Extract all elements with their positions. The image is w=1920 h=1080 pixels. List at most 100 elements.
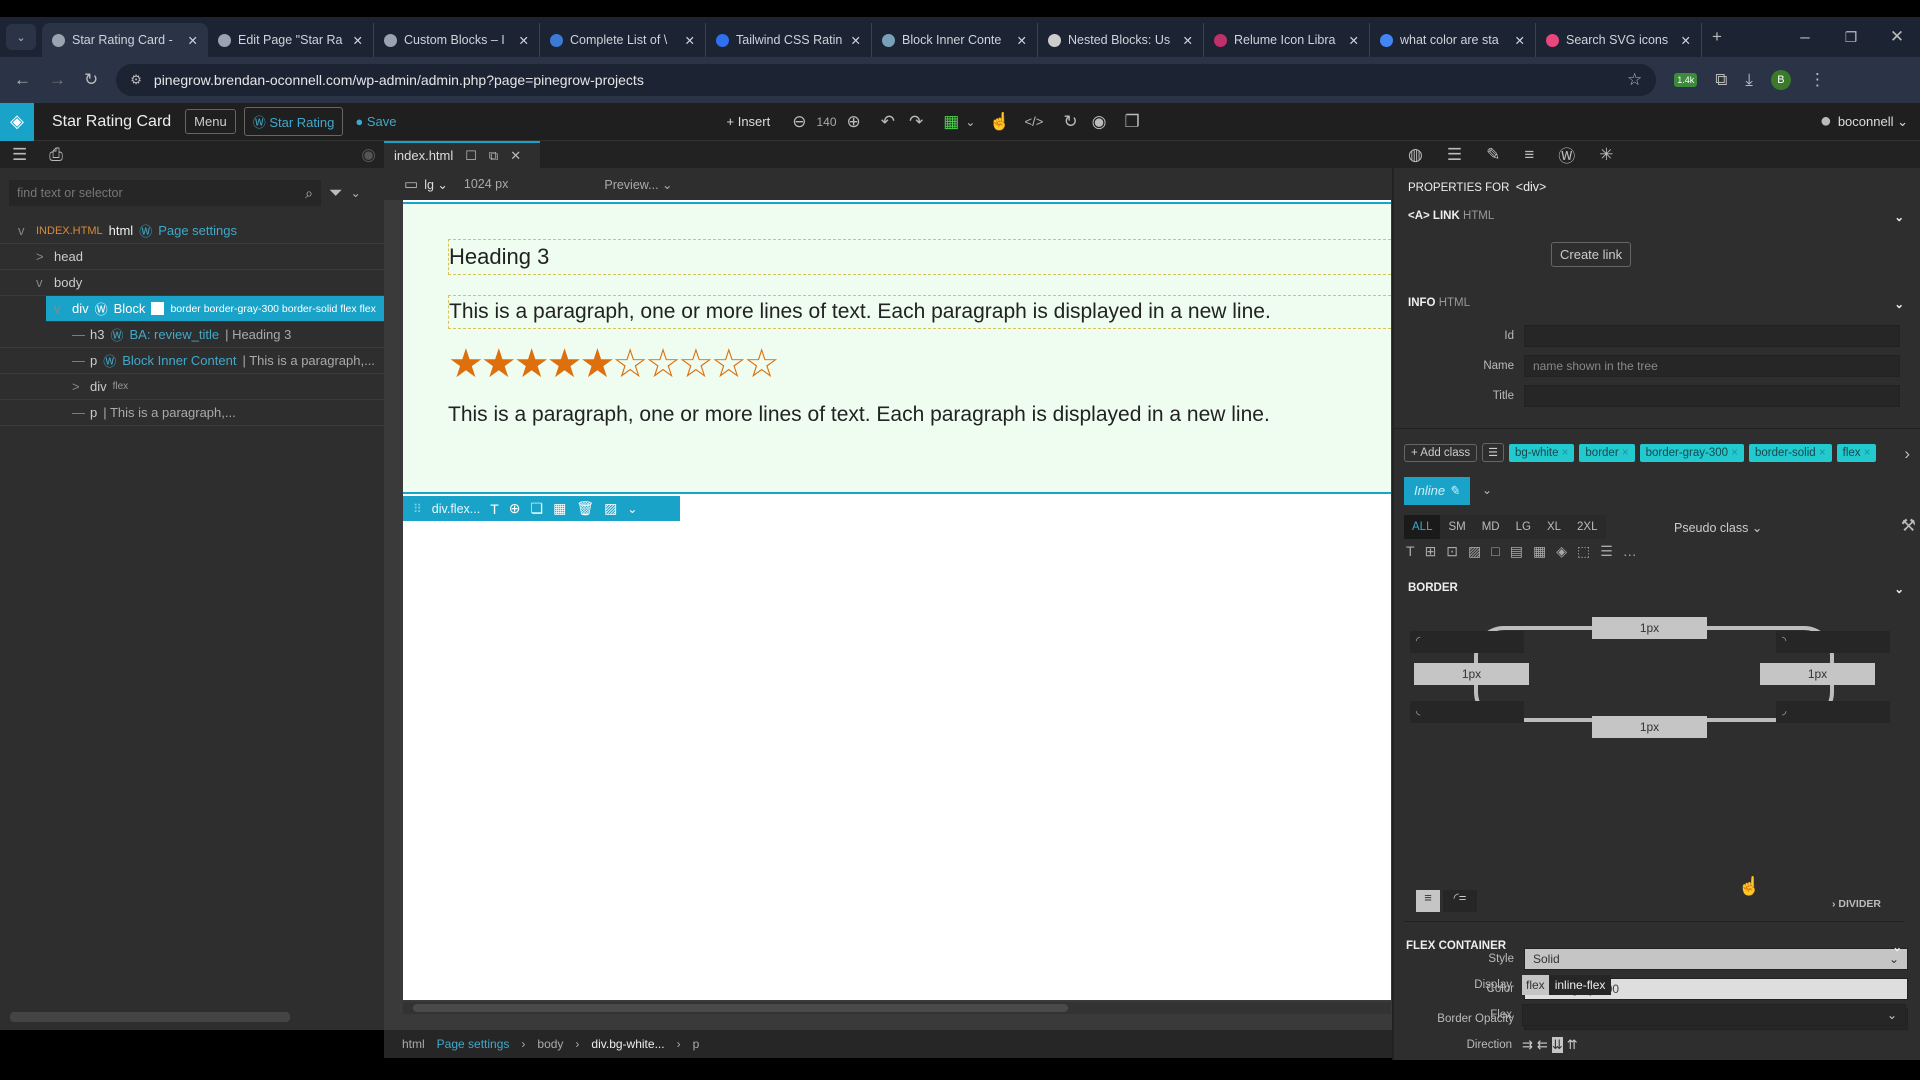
tree-toggle-icon[interactable]: >	[36, 249, 48, 264]
flex-select[interactable]: ⌄	[1522, 1004, 1906, 1026]
link-section-header[interactable]: <A> LINK HTML ⌄	[1394, 210, 1920, 224]
tab-search-button[interactable]: ⌄	[6, 24, 36, 50]
close-tab-icon[interactable]: ✕	[1349, 33, 1359, 48]
menu-button[interactable]: Menu	[185, 109, 236, 134]
reload-icon[interactable]: ↻	[84, 70, 98, 90]
redo-icon[interactable]: ↷	[909, 112, 923, 132]
background-icon[interactable]: ▨	[1468, 543, 1481, 560]
visibility-eye-icon[interactable]: ◉	[361, 145, 376, 165]
tree-toggle-icon[interactable]: —	[72, 353, 85, 368]
display-flex-option[interactable]: flex	[1522, 975, 1549, 995]
close-file-icon[interactable]: ✕	[510, 148, 521, 164]
interact-hand-icon[interactable]: ☝	[989, 112, 1010, 132]
chevron-down-icon[interactable]: ⌄	[1894, 582, 1904, 596]
effects-wand-icon[interactable]: ✳	[1599, 145, 1613, 165]
rule-dropdown-icon[interactable]: ⌄	[1482, 483, 1492, 497]
star-rating[interactable]: ★ ★ ★ ★ ★ ☆ ☆ ☆ ☆ ☆	[448, 341, 1391, 387]
border-all-sides-button[interactable]: ≡	[1416, 890, 1440, 912]
back-icon[interactable]: ←	[14, 70, 31, 90]
restore-button[interactable]: ❐	[1828, 29, 1874, 46]
drag-handle-icon[interactable]: ⠿	[413, 502, 422, 516]
properties-sliders-icon[interactable]: ☰	[1447, 145, 1462, 165]
star-filled-icon[interactable]: ★	[579, 341, 615, 387]
close-tab-icon[interactable]: ✕	[685, 33, 695, 48]
browser-tab[interactable]: Custom Blocks – I ✕	[374, 23, 540, 57]
breadcrumb-item[interactable]: div.bg-white...	[591, 1037, 664, 1051]
more-dropdown-icon[interactable]: ⌄	[627, 502, 637, 516]
heading-3[interactable]: Heading 3	[448, 239, 1391, 275]
class-chip[interactable]: border ×	[1579, 443, 1635, 462]
insert-button[interactable]: + Insert	[726, 114, 770, 129]
device-select[interactable]: lg ⌄	[424, 177, 448, 192]
delete-icon[interactable]: 🗑	[576, 500, 594, 517]
zoom-in-icon[interactable]: ⊕	[847, 112, 861, 132]
multi-page-icon[interactable]: ❐	[1124, 112, 1139, 132]
minimize-button[interactable]: –	[1782, 27, 1828, 47]
chevron-down-icon[interactable]: ⌄	[1892, 940, 1902, 954]
name-input[interactable]: name shown in the tree	[1524, 355, 1900, 377]
url-bar[interactable]: ⚙ pinegrow.brendan-oconnell.com/wp-admin…	[116, 64, 1657, 96]
tree-node[interactable]: v body	[0, 270, 384, 296]
breakpoint-tab[interactable]: XL	[1538, 515, 1570, 539]
more-icon[interactable]: …	[1623, 543, 1637, 560]
wordpress-icon[interactable]: Ⓦ	[1558, 142, 1575, 167]
preview-icon[interactable]: ◉	[1092, 112, 1107, 132]
zoom-out-icon[interactable]: ⊖	[792, 112, 806, 132]
theme-palette-icon[interactable]: ◍	[1408, 145, 1423, 165]
tree-horizontal-scrollbar[interactable]	[10, 1012, 290, 1022]
duplicate-icon[interactable]: ❏	[531, 500, 544, 517]
actions-icon[interactable]: ≡	[1524, 145, 1534, 165]
extensions-icon[interactable]: ⧉	[1715, 70, 1727, 90]
file-tab-index[interactable]: index.html ☐ ⧉ ✕	[384, 141, 540, 168]
wp-block-button[interactable]: Ⓦ Star Rating	[243, 107, 344, 136]
paragraph-2[interactable]: This is a paragraph, one or more lines o…	[448, 403, 1391, 427]
tree-view-icon[interactable]: ☰	[12, 145, 27, 165]
star-filled-icon[interactable]: ★	[481, 341, 517, 387]
tools-icon[interactable]: ⚒	[1901, 516, 1916, 536]
transform-icon[interactable]: ⬚	[1577, 543, 1590, 560]
user-avatar-icon[interactable]: ●	[1820, 110, 1832, 133]
tree-toggle-icon[interactable]: v	[54, 301, 66, 316]
layout-icon[interactable]: ▤	[1510, 543, 1523, 560]
border-left-input[interactable]: 1px	[1414, 663, 1529, 685]
browser-tab[interactable]: what color are sta ✕	[1370, 23, 1536, 57]
border-right-input[interactable]: 1px	[1760, 663, 1875, 685]
paragraph-1[interactable]: This is a paragraph, one or more lines o…	[448, 295, 1391, 329]
info-section-header[interactable]: INFO HTML ⌄	[1394, 297, 1920, 311]
close-window-button[interactable]: ✕	[1874, 27, 1920, 47]
remove-class-icon[interactable]: ×	[1819, 447, 1826, 459]
close-tab-icon[interactable]: ✕	[1183, 33, 1193, 48]
library-icon[interactable]: ⎙	[49, 145, 63, 165]
flex-section-header[interactable]: FLEX CONTAINER ⌄	[1392, 940, 1918, 954]
remove-class-icon[interactable]: ×	[1864, 447, 1871, 459]
radius-bottom-right-input[interactable]: ◞	[1776, 701, 1890, 723]
tree-node[interactable]: v INDEX.HTML html Ⓦ Page settings	[0, 218, 384, 244]
site-info-icon[interactable]: ⚙	[130, 72, 142, 88]
star-filled-icon[interactable]: ★	[547, 341, 583, 387]
download-icon[interactable]: ⤓	[1745, 70, 1753, 90]
class-chip[interactable]: bg-white ×	[1509, 443, 1575, 462]
star-empty-icon[interactable]: ☆	[744, 341, 780, 387]
pseudo-class-select[interactable]: Pseudo class ⌄	[1674, 520, 1762, 535]
inline-style-button[interactable]: Inline ✎	[1404, 477, 1470, 505]
breakpoint-tab[interactable]: ALL	[1404, 515, 1441, 539]
tree-toggle-icon[interactable]: —	[72, 405, 85, 420]
effects-icon[interactable]: ◈	[1556, 543, 1567, 560]
tree-node[interactable]: — p Ⓦ Block Inner Content | This is a paragr…	[0, 348, 384, 374]
browser-tab[interactable]: Nested Blocks: Us ✕	[1038, 23, 1204, 57]
divider-toggle[interactable]: › DIVIDER	[1832, 898, 1881, 910]
breadcrumb-item[interactable]: p	[693, 1037, 700, 1051]
spacing-icon[interactable]: ⊞	[1425, 543, 1437, 560]
save-button[interactable]: ● Save	[355, 114, 396, 129]
pinegrow-logo-icon[interactable]: ◈	[0, 102, 34, 141]
star-empty-icon[interactable]: ☆	[612, 341, 648, 387]
display-inline-flex-option[interactable]: inline-flex	[1548, 975, 1612, 995]
title-input[interactable]	[1524, 385, 1900, 407]
list-icon[interactable]: ☰	[1600, 543, 1613, 560]
tree-search-input[interactable]: find text or selector ⌕	[9, 180, 321, 206]
class-manager-icon[interactable]: ☰	[1482, 443, 1505, 462]
search-icon[interactable]: ⌕	[305, 185, 313, 202]
browser-tab[interactable]: Tailwind CSS Ratin ✕	[706, 23, 872, 57]
close-tab-icon[interactable]: ✕	[519, 33, 529, 48]
class-chip[interactable]: border-solid ×	[1748, 443, 1832, 462]
